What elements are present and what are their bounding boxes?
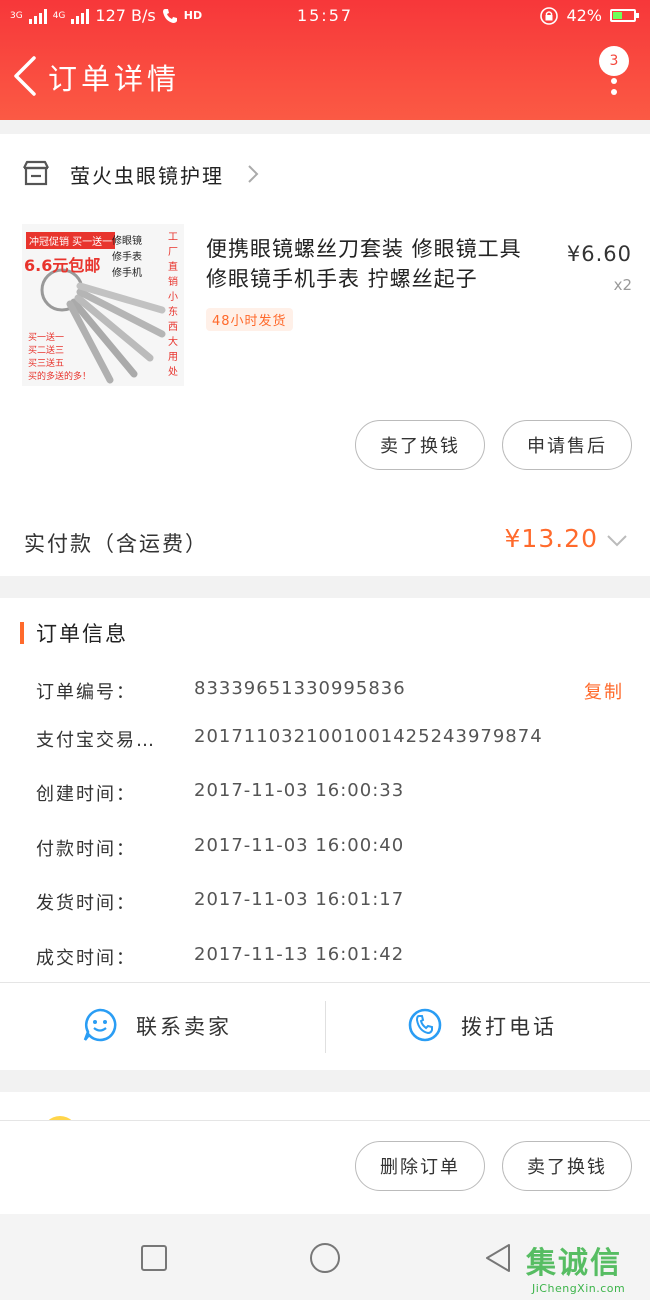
payment-row[interactable]: 实付款（含运费） ¥13.20 bbox=[0, 506, 650, 578]
status-bar: 3G 4G 127 B/s HD 15:57 42% bbox=[0, 0, 650, 34]
back-nav-icon[interactable] bbox=[482, 1242, 514, 1274]
order-info-title: 订单信息 bbox=[36, 622, 128, 646]
thumb-price: 6.6元包邮 bbox=[24, 256, 101, 275]
info-value: 2017-11-03 16:00:33 bbox=[194, 780, 405, 801]
recent-apps-icon[interactable] bbox=[138, 1242, 170, 1274]
more-dots-icon bbox=[611, 78, 617, 100]
order-card: 萤火虫眼镜护理 冲冠促销 买一送一 6.6元包邮 修眼镜 修手表 修手机 工厂直… bbox=[0, 134, 650, 576]
contact-seller-button[interactable]: 联系卖家 bbox=[0, 983, 325, 1071]
delete-order-button[interactable]: 删除订单 bbox=[355, 1141, 485, 1191]
watermark-main: 集诚信 bbox=[526, 1246, 622, 1281]
lock-icon bbox=[540, 6, 559, 25]
thumb-deal: 买的多送的多！ bbox=[28, 372, 92, 382]
notification-badge: 3 bbox=[599, 46, 629, 76]
back-icon[interactable] bbox=[10, 54, 40, 98]
resell-bottom-button[interactable]: 卖了换钱 bbox=[502, 1141, 632, 1191]
section-accent-bar bbox=[20, 622, 24, 644]
thumb-label: 修手表 bbox=[112, 252, 142, 263]
thumb-deal: 买一送一 bbox=[28, 333, 65, 343]
thumb-deal: 买二送三 bbox=[28, 346, 65, 356]
thumb-deals: 买一送一 买二送三 买三送五 买的多送的多！ bbox=[28, 332, 91, 384]
battery-fill bbox=[613, 12, 623, 19]
info-row-completed: 成交时间： 2017-11-13 16:01:42 bbox=[0, 936, 650, 976]
contact-row: 联系卖家 拨打电话 bbox=[0, 982, 650, 1070]
info-row-paid: 付款时间： 2017-11-03 16:00:40 bbox=[0, 827, 650, 867]
call-button[interactable]: 拨打电话 bbox=[325, 983, 650, 1071]
shipping-tag: 48小时发货 bbox=[206, 308, 293, 331]
chevron-right-icon bbox=[248, 165, 259, 183]
store-icon bbox=[23, 160, 49, 186]
info-label: 创建时间： bbox=[36, 784, 136, 805]
info-label: 成交时间： bbox=[36, 948, 136, 969]
home-icon[interactable] bbox=[309, 1242, 341, 1274]
info-label: 发货时间： bbox=[36, 893, 136, 914]
thumb-side-text: 工厂直销 小东西大用处 bbox=[168, 232, 178, 378]
chat-bubble-icon bbox=[83, 1008, 117, 1042]
store-name: 萤火虫眼镜护理 bbox=[70, 164, 224, 188]
more-menu-button[interactable]: 3 bbox=[596, 46, 632, 102]
info-label: 付款时间： bbox=[36, 839, 136, 860]
product-title[interactable]: 便携眼镜螺丝刀套装 修眼镜工具 修眼镜手机手表 拧螺丝起子 bbox=[206, 234, 536, 294]
battery-icon bbox=[610, 9, 639, 22]
info-value: 2017110321001001425243979874 bbox=[194, 726, 543, 747]
info-value: 83339651330995836 bbox=[194, 678, 406, 699]
info-row-alipay: 支付宝交易… 2017110321001001425243979874 bbox=[0, 718, 650, 758]
chevron-down-icon bbox=[607, 535, 627, 547]
product-quantity: x2 bbox=[613, 276, 632, 294]
thumb-labels: 修眼镜 修手表 修手机 bbox=[112, 234, 142, 282]
resell-button[interactable]: 卖了换钱 bbox=[355, 420, 485, 470]
info-label: 订单编号： bbox=[36, 682, 136, 703]
call-label: 拨打电话 bbox=[461, 1015, 557, 1039]
info-value: 2017-11-03 16:01:17 bbox=[194, 889, 405, 910]
watermark-logo: 集诚信 JiChengXin.com bbox=[526, 1238, 646, 1298]
store-row[interactable]: 萤火虫眼镜护理 bbox=[0, 134, 650, 214]
copy-button[interactable]: 复制 bbox=[584, 678, 624, 704]
battery-percent: 42% bbox=[566, 6, 602, 25]
order-info-card: 订单信息 订单编号： 83339651330995836 复制 支付宝交易… 2… bbox=[0, 598, 650, 1070]
phone-call-icon bbox=[408, 1008, 442, 1042]
page-title: 订单详情 bbox=[48, 62, 181, 96]
thumb-label: 修手机 bbox=[112, 268, 142, 279]
thumb-promo-banner: 冲冠促销 买一送一 bbox=[26, 232, 116, 249]
info-row-order-number: 订单编号： 83339651330995836 复制 bbox=[0, 670, 650, 710]
info-row-created: 创建时间： 2017-11-03 16:00:33 bbox=[0, 772, 650, 812]
info-value: 2017-11-03 16:00:40 bbox=[194, 835, 405, 856]
info-value: 2017-11-13 16:01:42 bbox=[194, 944, 405, 965]
info-row-shipped: 发货时间： 2017-11-03 16:01:17 bbox=[0, 881, 650, 921]
nav-bar: 订单详情 3 bbox=[0, 40, 650, 110]
thumb-deal: 买三送五 bbox=[28, 359, 65, 369]
payment-amount: ¥13.20 bbox=[504, 524, 598, 553]
product-thumbnail[interactable]: 冲冠促销 买一送一 6.6元包邮 修眼镜 修手表 修手机 工厂直销 小东西大用处… bbox=[22, 224, 184, 386]
info-label: 支付宝交易… bbox=[36, 730, 156, 751]
after-sale-button[interactable]: 申请售后 bbox=[502, 420, 632, 470]
app-header: 3G 4G 127 B/s HD 15:57 42% 订单详情 3 bbox=[0, 0, 650, 120]
payment-label: 实付款（含运费） bbox=[24, 532, 208, 556]
contact-seller-label: 联系卖家 bbox=[136, 1015, 232, 1039]
status-right: 42% bbox=[540, 6, 639, 25]
watermark-sub: JiChengXin.com bbox=[532, 1282, 626, 1295]
thumb-label: 修眼镜 bbox=[112, 236, 142, 247]
bottom-action-bar: 删除订单 卖了换钱 bbox=[0, 1120, 650, 1214]
system-nav-bar: 集诚信 JiChengXin.com bbox=[0, 1214, 650, 1300]
product-price: ¥6.60 bbox=[566, 242, 632, 266]
